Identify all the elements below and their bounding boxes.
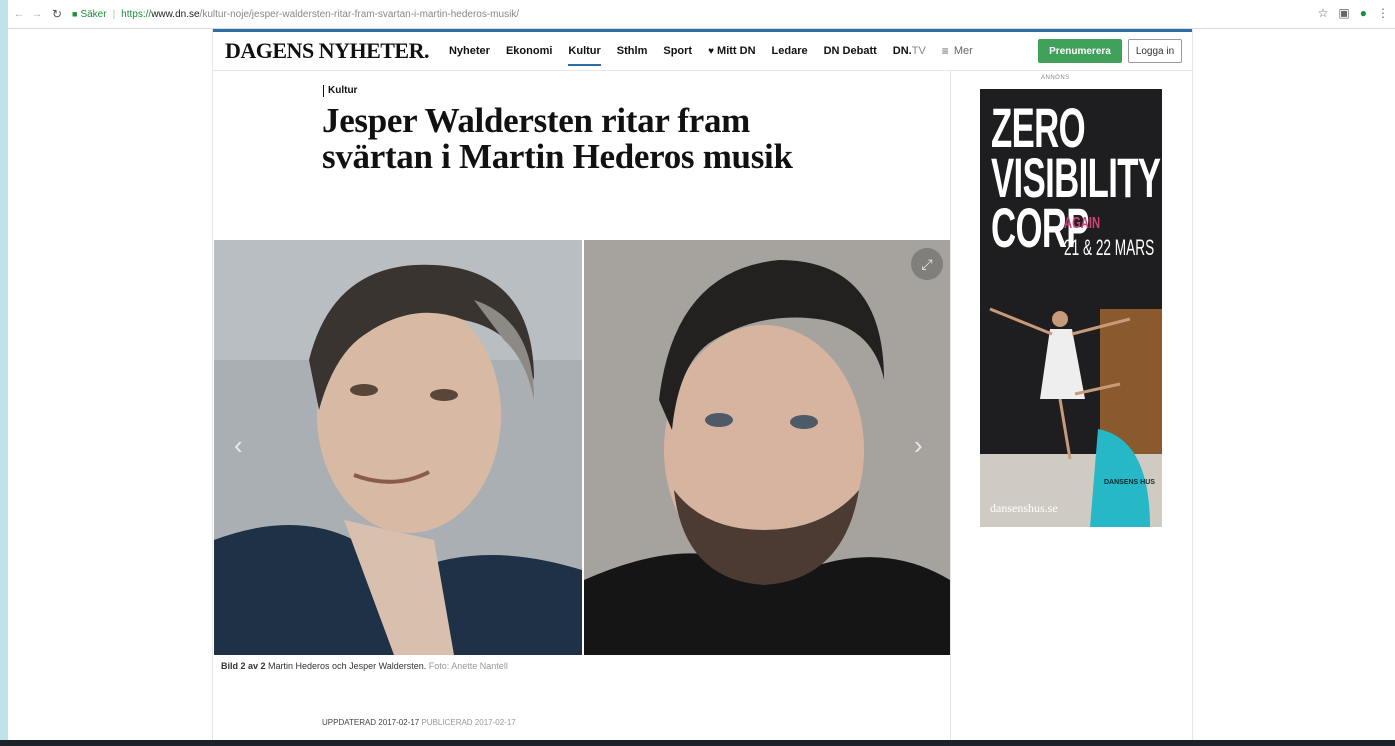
caption-text: Martin Hederos och Jesper Waldersten. [265, 661, 427, 671]
ad-badge: DANSENS HUS [1104, 479, 1155, 486]
site-logo[interactable]: DAGENS NYHETER. [225, 38, 429, 64]
nav-item-mitt-dn[interactable]: ♥ Mitt DN [700, 32, 763, 70]
article-dates: UPPDATERAD 2017-02-17 PUBLICERAD 2017-02… [322, 718, 516, 727]
article: Kultur Jesper Waldersten ritar fram svär… [213, 71, 951, 740]
nav-item-kultur[interactable]: Kultur [560, 32, 608, 70]
cast-icon[interactable]: ▣ [1338, 6, 1349, 20]
advertisement-banner[interactable]: ZERO VISIBILITY CORP AGAIN 21 & 22 MARS … [980, 89, 1162, 527]
url-separator: | [112, 8, 116, 20]
site-container: DAGENS NYHETER. Nyheter Ekonomi Kultur S… [212, 29, 1193, 740]
nav-item-dn-debatt[interactable]: DN Debatt [816, 32, 885, 70]
ad-again-text: AGAIN [1064, 215, 1101, 232]
nav-item-mer[interactable]: ≡ Mer [934, 32, 981, 70]
secure-label: Säker [80, 8, 107, 20]
hamburger-icon: ≡ [941, 44, 949, 58]
url-host: www.dn.se [151, 8, 200, 20]
forward-icon[interactable]: → [30, 8, 44, 20]
nav-item-dn-tv-suffix: TV [911, 45, 926, 57]
article-headline: Jesper Waldersten ritar fram svärtan i M… [322, 101, 793, 176]
nav-item-ekonomi[interactable]: Ekonomi [498, 32, 560, 70]
url-scheme: https:// [121, 8, 152, 20]
nav-item-dn-tv[interactable]: DN. TV [885, 32, 934, 70]
heart-icon: ♥ [708, 45, 715, 57]
ad-dates: 21 & 22 MARS [1064, 235, 1155, 260]
gallery-next-icon[interactable]: › [914, 430, 923, 461]
article-section-kicker[interactable]: Kultur [323, 85, 357, 97]
portrait-photo-martin-hederos: › [584, 240, 950, 655]
browser-toolbar: ← → ↻ ■ Säker | https://www.dn.se/kultur… [8, 0, 1395, 29]
address-bar[interactable]: https://www.dn.se/kultur-noje/jesper-wal… [121, 9, 519, 20]
subscribe-button[interactable]: Prenumerera [1038, 39, 1122, 63]
updated-date: UPPDATERAD 2017-02-17 [322, 718, 420, 727]
nav-item-sport[interactable]: Sport [655, 32, 700, 70]
image-caption: Bild 2 av 2 Martin Hederos och Jesper Wa… [221, 661, 508, 671]
ad-dancer-image [980, 289, 1162, 527]
fullscreen-expand-icon[interactable]: ⤢ [911, 248, 943, 280]
main-nav: Nyheter Ekonomi Kultur Sthlm Sport ♥ Mit… [441, 32, 981, 70]
nav-item-mitt-dn-label: Mitt DN [717, 45, 756, 57]
ad-label: ANNONS [1041, 75, 1070, 81]
image-counter: Bild 2 av 2 [221, 661, 266, 671]
back-icon[interactable]: ← [12, 8, 26, 20]
url-path: /kultur-noje/jesper-waldersten-ritar-fra… [199, 8, 520, 20]
nav-item-sthlm[interactable]: Sthlm [609, 32, 656, 70]
extension-check-icon[interactable]: ● [1360, 6, 1367, 20]
browser-actions: ☆ ▣ ● ⋮ [1318, 6, 1389, 20]
published-date: PUBLICERAD 2017-02-17 [419, 718, 516, 727]
menu-dots-icon[interactable]: ⋮ [1377, 6, 1389, 20]
nav-item-ledare[interactable]: Ledare [764, 32, 816, 70]
lock-icon: ■ [72, 9, 78, 19]
gallery-prev-icon[interactable]: ‹ [234, 430, 243, 461]
site-header: DAGENS NYHETER. Nyheter Ekonomi Kultur S… [213, 32, 1192, 71]
nav-item-nyheter[interactable]: Nyheter [441, 32, 498, 70]
nav-item-dn-tv-main: DN. [892, 45, 912, 57]
photo-credit: Foto: Anette Nantell [426, 661, 508, 671]
ad-url: dansenshus.se [990, 501, 1058, 515]
nav-item-mer-label: Mer [953, 45, 973, 57]
bookmark-star-icon[interactable]: ☆ [1318, 6, 1329, 20]
reload-icon[interactable]: ↻ [50, 7, 64, 21]
web-page: DAGENS NYHETER. Nyheter Ekonomi Kultur S… [8, 29, 1395, 740]
image-gallery: ‹ › ⤢ [213, 240, 950, 655]
login-button[interactable]: Logga in [1128, 39, 1182, 63]
portrait-photo-jesper-waldersten: ‹ [214, 240, 582, 655]
os-taskbar [0, 740, 1395, 746]
